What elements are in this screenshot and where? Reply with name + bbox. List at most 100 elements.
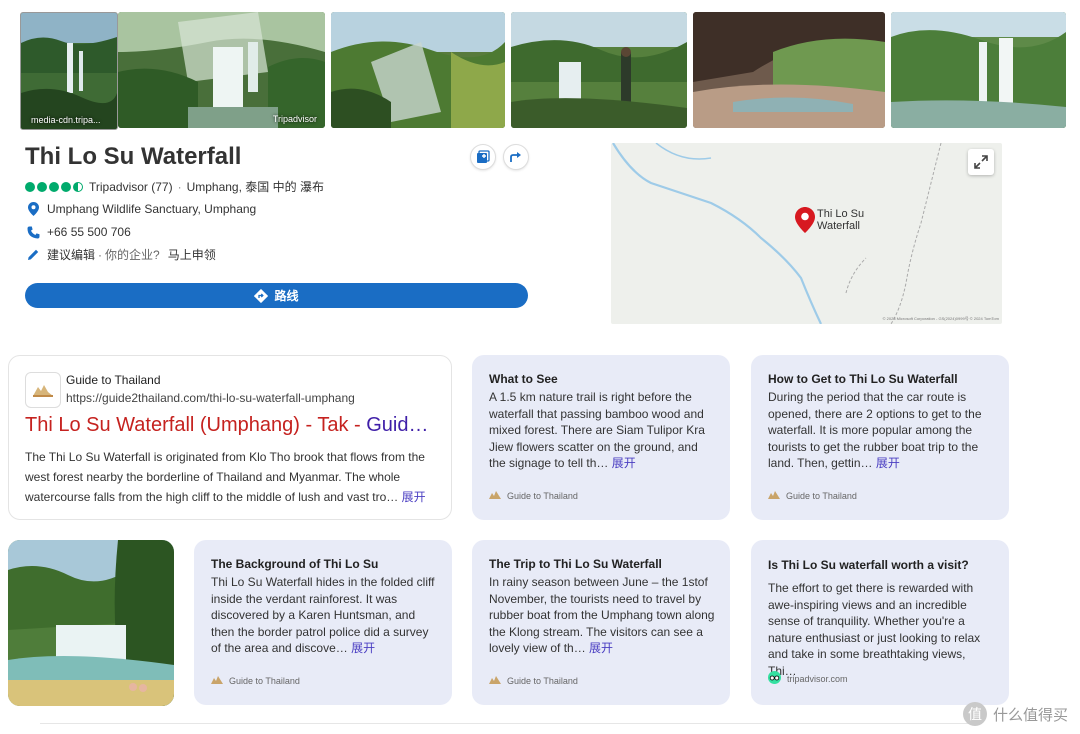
site-watermark: 值 什么值得买: [962, 702, 1068, 726]
share-icon: [510, 152, 521, 162]
result-url: https://guide2thailand.com/thi-lo-su-wat…: [66, 391, 355, 405]
map-pin-icon[interactable]: [795, 207, 815, 233]
site-favicon-icon: [768, 491, 780, 501]
card-source-name: tripadvisor.com: [787, 673, 848, 684]
phone-row[interactable]: +66 55 500 706: [25, 224, 131, 240]
card-source-name: Guide to Thailand: [229, 676, 300, 686]
card-source[interactable]: tripadvisor.com: [768, 671, 848, 686]
card-body: Thi Lo Su Waterfall hides in the folded …: [211, 574, 438, 657]
rating-source-link[interactable]: Tripadvisor (77): [89, 180, 173, 194]
divider: [40, 723, 975, 724]
card-source[interactable]: Guide to Thailand: [211, 676, 300, 686]
separator-dot: ·: [98, 247, 103, 262]
card-body-text: Thi Lo Su Waterfall hides in the folded …: [211, 575, 435, 656]
watermark-text: 什么值得买: [992, 706, 1068, 724]
info-card-trip[interactable]: The Trip to Thi Lo Su Waterfall In rainy…: [472, 540, 730, 705]
separator-dot: ·: [177, 179, 182, 194]
info-card-what-to-see[interactable]: What to See A 1.5 km nature trail is rig…: [472, 355, 730, 520]
rating-row: Tripadvisor (77) · Umphang, 泰国 中的 瀑布: [25, 178, 324, 195]
pencil-icon: [25, 247, 41, 263]
expand-map-button[interactable]: [968, 149, 994, 175]
map-pin-label-line1: Thi Lo Su: [817, 208, 865, 220]
waterfall-photo-icon: [891, 12, 1066, 128]
result-description-text: The Thi Lo Su Waterfall is originated fr…: [25, 450, 425, 504]
your-business-text: 你的企业?: [105, 248, 160, 262]
card-title: How to Get to Thi Lo Su Waterfall: [768, 372, 958, 386]
expand-link[interactable]: 展开: [589, 641, 613, 655]
map-credit: © 2025 Microsoft Corporation - GS(2024)0…: [882, 316, 999, 321]
rating-bubbles: [25, 181, 85, 192]
rating-bubble-full: [25, 181, 35, 192]
card-body-text: During the period that the car route is …: [768, 390, 982, 471]
expand-link[interactable]: 展开: [402, 490, 426, 504]
waterfall-photo-icon: [8, 540, 174, 706]
search-result-card[interactable]: Guide to Thailand https://guide2thailand…: [8, 355, 452, 520]
card-title: The Background of Thi Lo Su: [211, 557, 379, 571]
rating-bubble-half: [73, 181, 83, 192]
expand-link[interactable]: 展开: [351, 641, 375, 655]
info-card-background[interactable]: The Background of Thi Lo Su Thi Lo Su Wa…: [194, 540, 452, 705]
site-favicon-icon: [25, 372, 61, 408]
directions-button[interactable]: 路线: [25, 283, 528, 308]
expand-link[interactable]: 展开: [876, 456, 900, 470]
waterfall-photo-icon: [118, 12, 325, 128]
photo-thumbnail-6[interactable]: [891, 12, 1066, 128]
phone-icon: [25, 224, 41, 240]
watermark-logo-icon: 值: [962, 702, 987, 726]
card-body: A 1.5 km nature trail is right before th…: [489, 389, 716, 472]
claim-link[interactable]: 马上申领: [168, 246, 216, 263]
result-site-name: Guide to Thailand: [66, 373, 161, 387]
map-view[interactable]: Thi Lo Su Waterfall © 2025 Microsoft Cor…: [611, 143, 1002, 324]
map-pin-label-line2: Waterfall: [817, 220, 860, 232]
waterfall-photo[interactable]: [8, 540, 174, 706]
expand-link[interactable]: 展开: [612, 456, 636, 470]
place-category: Umphang, 泰国 中的 瀑布: [186, 180, 324, 194]
directions-icon: [254, 288, 269, 303]
tripadvisor-owl-icon: [768, 671, 781, 686]
map-terrain: [612, 143, 942, 324]
address-row[interactable]: Umphang Wildlife Sanctuary, Umphang: [25, 201, 256, 217]
card-source-name: Guide to Thailand: [507, 491, 578, 501]
photo-thumbnail-2[interactable]: Tripadvisor: [118, 12, 325, 128]
share-button[interactable]: [503, 144, 529, 170]
card-body-text: A 1.5 km nature trail is right before th…: [489, 390, 705, 471]
card-body-text: The effort to get there is rewarded with…: [768, 581, 981, 678]
result-description: The Thi Lo Su Waterfall is originated fr…: [25, 447, 435, 507]
card-source-name: Guide to Thailand: [786, 491, 857, 501]
card-body: During the period that the car route is …: [768, 389, 995, 472]
card-source-name: Guide to Thailand: [507, 676, 578, 686]
card-title: The Trip to Thi Lo Su Waterfall: [489, 557, 662, 571]
card-title: What to See: [489, 372, 558, 386]
site-favicon-icon: [211, 676, 223, 686]
result-title-part2: Guid…: [366, 414, 429, 436]
photo-thumbnail-4[interactable]: [511, 12, 687, 128]
info-card-worth-visit[interactable]: Is Thi Lo Su waterfall worth a visit? Th…: [751, 540, 1009, 705]
add-to-collection-icon: [477, 150, 490, 163]
map-pin-label: Thi Lo Su Waterfall: [817, 208, 864, 232]
location-pin-icon: [25, 201, 41, 217]
info-card-how-to-get[interactable]: How to Get to Thi Lo Su Waterfall During…: [751, 355, 1009, 520]
photo-thumbnail-5[interactable]: [693, 12, 885, 128]
save-button[interactable]: [470, 144, 496, 170]
card-body: The effort to get there is rewarded with…: [768, 580, 995, 680]
photo-thumbnail-1[interactable]: media-cdn.tripa...: [20, 12, 118, 130]
waterfall-photo-icon: [331, 12, 505, 128]
card-title: Is Thi Lo Su waterfall worth a visit?: [768, 558, 969, 572]
expand-icon: [974, 155, 988, 169]
photo-thumbnail-3[interactable]: [331, 12, 505, 128]
result-title-part1: Thi Lo Su Waterfall (Umphang) - Tak -: [25, 414, 367, 436]
waterfall-photo-icon: [511, 12, 687, 128]
rating-bubble-full: [61, 181, 71, 192]
card-body: In rainy season between June – the 1stof…: [489, 574, 716, 657]
address-text: Umphang Wildlife Sanctuary, Umphang: [47, 202, 257, 216]
card-source[interactable]: Guide to Thailand: [489, 676, 578, 686]
rating-bubble-full: [37, 181, 47, 192]
card-source[interactable]: Guide to Thailand: [768, 491, 857, 501]
photo-caption: media-cdn.tripa...: [31, 115, 101, 125]
suggest-edit-link[interactable]: 建议编辑: [47, 246, 95, 263]
place-title: Thi Lo Su Waterfall: [25, 143, 242, 170]
phone-number: +66 55 500 706: [47, 225, 131, 239]
card-source[interactable]: Guide to Thailand: [489, 491, 578, 501]
result-title-link[interactable]: Thi Lo Su Waterfall (Umphang) - Tak - Gu…: [25, 414, 428, 437]
site-favicon-icon: [489, 676, 501, 686]
